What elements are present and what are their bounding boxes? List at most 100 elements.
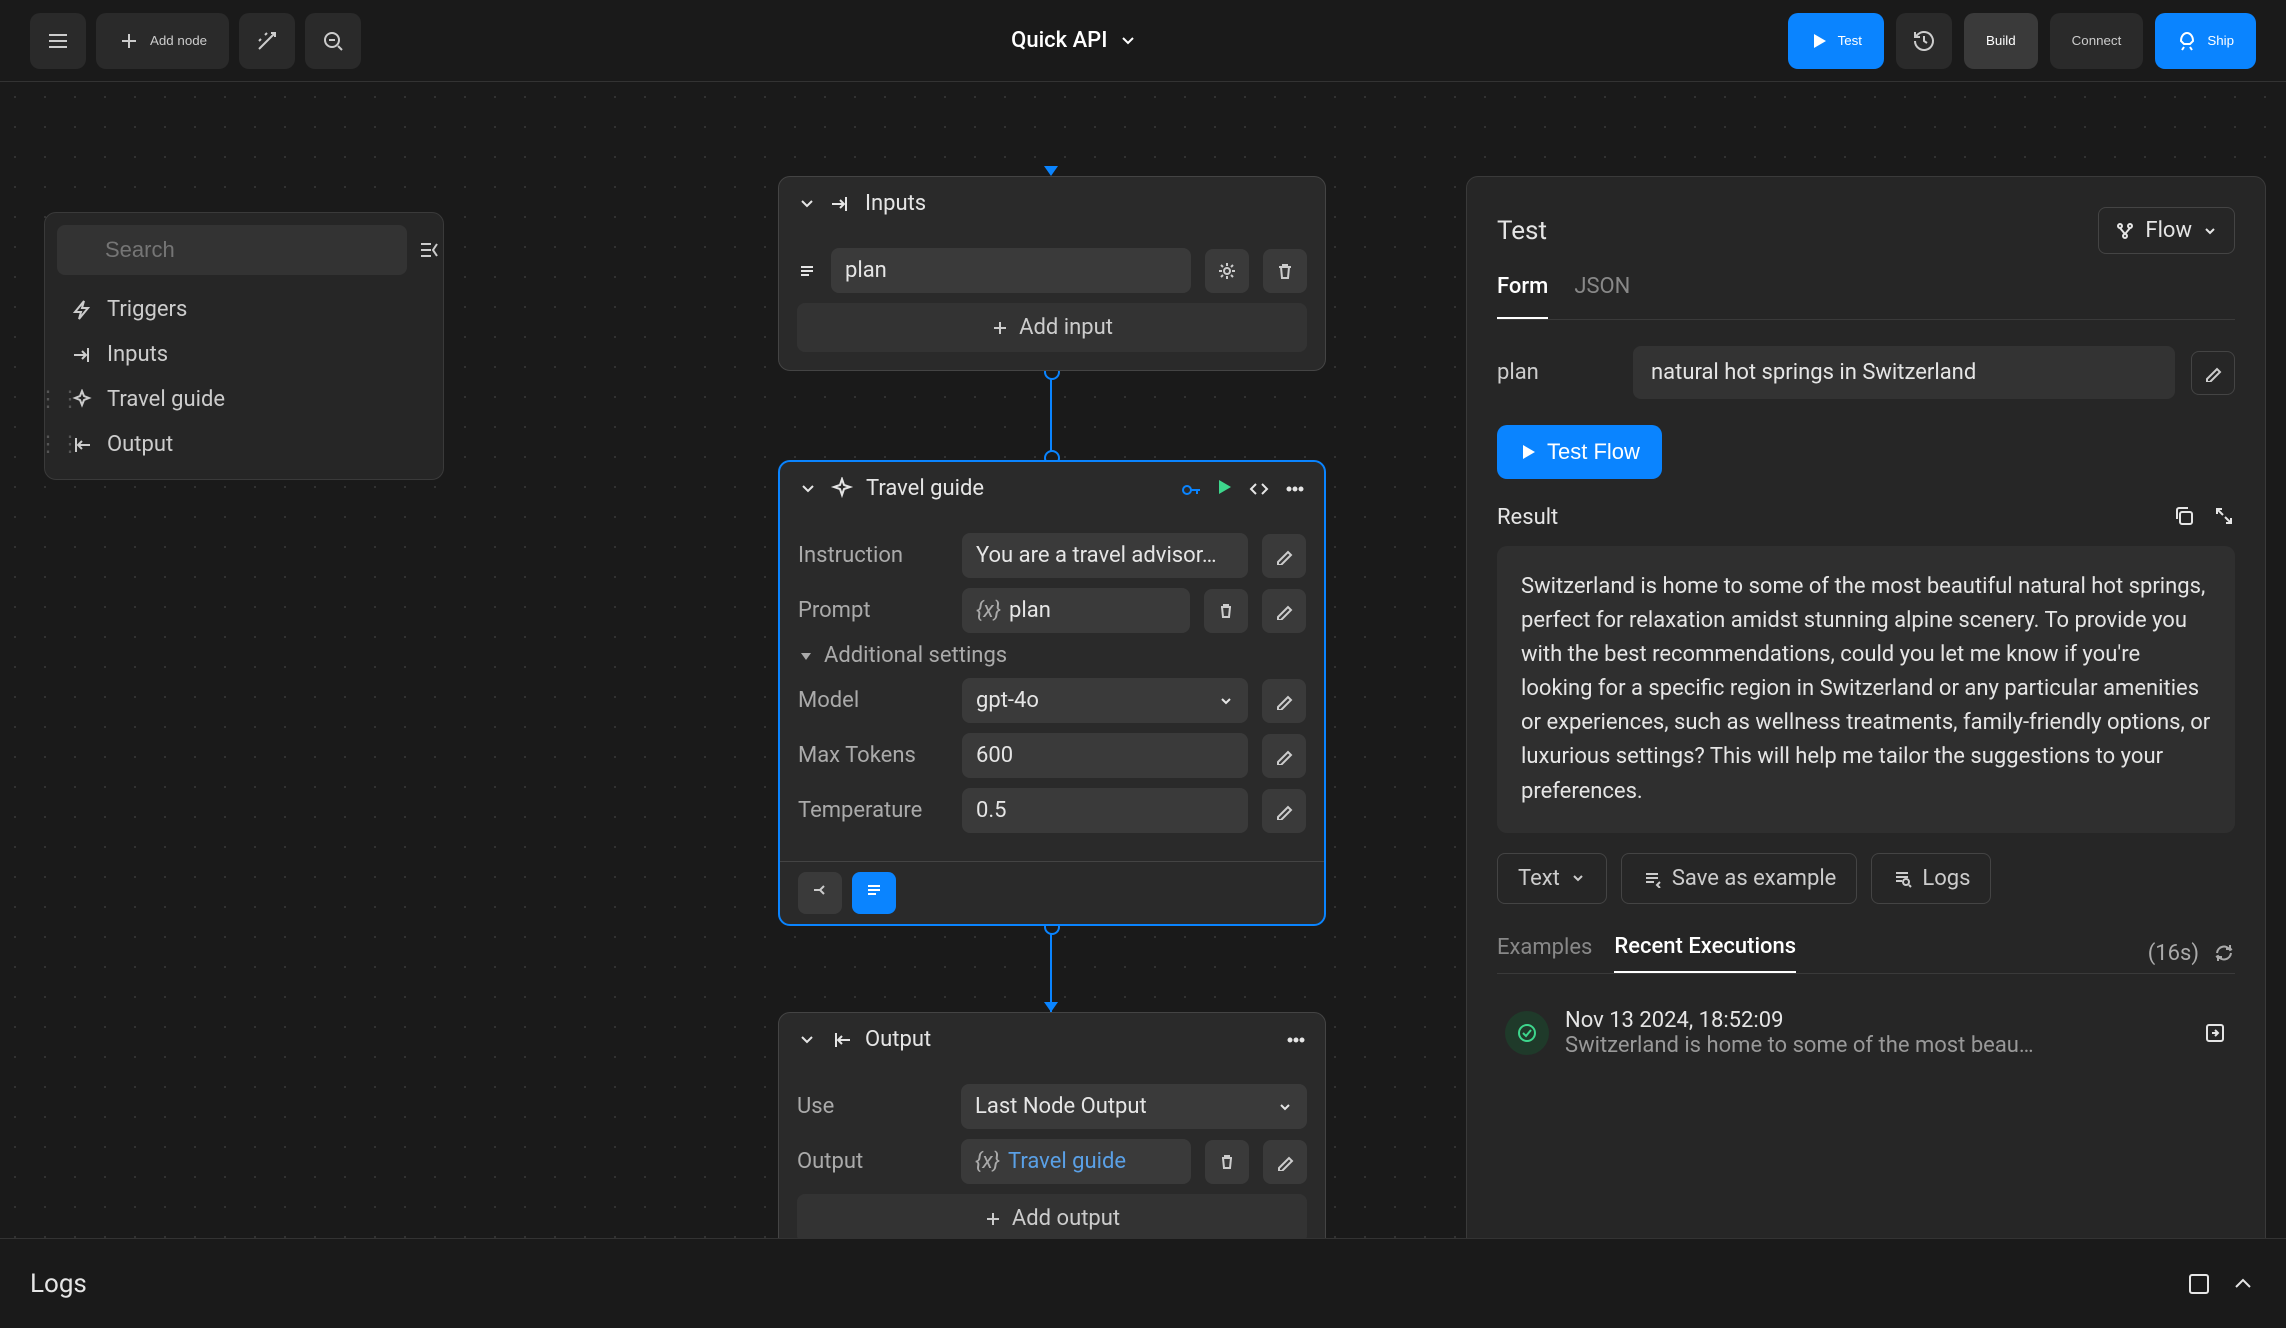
execution-time: Nov 13 2024, 18:52:09 <box>1565 1008 2187 1033</box>
temperature-value[interactable]: 0.5 <box>962 788 1248 833</box>
build-button[interactable]: Build <box>1964 13 2038 69</box>
project-title: Quick API <box>1011 28 1107 53</box>
drag-handle-icon[interactable]: ⋮⋮ <box>37 387 81 412</box>
node-output[interactable]: Output Use Last Node Output Output {x} <box>778 1012 1326 1262</box>
trash-icon <box>1217 602 1235 620</box>
branch-icon <box>810 880 830 900</box>
output-value[interactable]: {x} Travel guide <box>961 1139 1191 1184</box>
model-select[interactable]: gpt-4o <box>962 678 1248 723</box>
zoom-out-button[interactable] <box>305 13 361 69</box>
node-travel-guide[interactable]: Travel guide Instruction You are a trave… <box>778 460 1326 926</box>
open-icon[interactable] <box>2203 1021 2227 1045</box>
text-chip[interactable] <box>852 872 896 914</box>
edit-button[interactable] <box>2191 351 2235 395</box>
tab-json[interactable]: JSON <box>1574 274 1630 319</box>
flow-dropdown[interactable]: Flow <box>2098 207 2235 254</box>
tab-recent-executions[interactable]: Recent Executions <box>1614 934 1796 973</box>
trash-icon <box>1275 261 1295 281</box>
more-icon[interactable] <box>1285 1029 1307 1051</box>
history-button[interactable] <box>1896 13 1952 69</box>
ship-button[interactable]: Ship <box>2155 13 2256 69</box>
edit-button[interactable] <box>1263 1140 1307 1184</box>
refresh-icon[interactable] <box>2213 942 2235 964</box>
text-format-dropdown[interactable]: Text <box>1497 853 1607 904</box>
add-node-button[interactable]: Add node <box>96 13 229 69</box>
key-icon[interactable] <box>1180 478 1202 500</box>
additional-settings-toggle[interactable]: Additional settings <box>798 643 1306 668</box>
test-label: Test <box>1838 33 1862 48</box>
plus-icon <box>991 319 1009 337</box>
pencil-icon <box>1275 747 1293 765</box>
delete-button[interactable] <box>1204 589 1248 633</box>
instruction-value[interactable]: You are a travel advisor… <box>962 533 1248 578</box>
sparkle-icon <box>830 477 854 501</box>
tab-examples[interactable]: Examples <box>1497 935 1592 972</box>
edit-button[interactable] <box>1262 589 1306 633</box>
delete-button[interactable] <box>1263 249 1307 293</box>
chevron-down-icon <box>1119 32 1137 50</box>
logs-bar[interactable]: Logs <box>0 1238 2286 1328</box>
edit-button[interactable] <box>1262 734 1306 778</box>
connect-label: Connect <box>2072 33 2122 48</box>
sidebar-item-inputs[interactable]: Inputs <box>57 332 431 377</box>
settings-button[interactable] <box>1205 249 1249 293</box>
plus-icon <box>118 30 140 52</box>
branch-chip[interactable] <box>798 872 842 914</box>
test-flow-button[interactable]: Test Flow <box>1497 425 1662 479</box>
edit-button[interactable] <box>1262 679 1306 723</box>
execution-row[interactable]: Nov 13 2024, 18:52:09 Switzerland is hom… <box>1497 998 2235 1068</box>
edit-button[interactable] <box>1262 534 1306 578</box>
edit-button[interactable] <box>1262 789 1306 833</box>
delete-button[interactable] <box>1205 1140 1249 1184</box>
chevron-down-icon[interactable] <box>797 194 817 214</box>
add-input-button[interactable]: Add input <box>797 303 1307 352</box>
connect-button[interactable]: Connect <box>2050 13 2144 69</box>
tab-form[interactable]: Form <box>1497 274 1548 319</box>
test-button[interactable]: Test <box>1788 13 1884 69</box>
play-icon[interactable] <box>1216 478 1234 496</box>
chevron-up-icon[interactable] <box>2230 1271 2256 1297</box>
triangle-down-icon <box>798 648 814 664</box>
connector-arrow <box>1044 166 1058 176</box>
chevron-down-icon <box>1570 870 1586 886</box>
sidebar-item-output[interactable]: ⋮⋮ Output <box>57 422 431 467</box>
max-tokens-value[interactable]: 600 <box>962 733 1248 778</box>
sidebar-item-travel-guide[interactable]: ⋮⋮ Travel guide <box>57 377 431 422</box>
prompt-value[interactable]: {x} plan <box>962 588 1190 633</box>
status-success-icon <box>1505 1011 1549 1055</box>
variable-icon: {x} <box>976 598 1001 623</box>
project-title-dropdown[interactable]: Quick API <box>1011 28 1137 53</box>
copy-icon[interactable] <box>2173 505 2195 527</box>
maximize-icon[interactable] <box>2186 1271 2212 1297</box>
add-output-button[interactable]: Add output <box>797 1194 1307 1243</box>
sidebar-item-triggers[interactable]: Triggers <box>57 287 431 332</box>
save-example-button[interactable]: Save as example <box>1621 853 1858 904</box>
node-inputs[interactable]: Inputs plan Add input <box>778 176 1326 371</box>
collapse-button[interactable] <box>417 225 441 275</box>
drag-handle-icon[interactable]: ⋮⋮ <box>37 432 81 457</box>
temperature-label: Temperature <box>798 798 948 823</box>
max-tokens-label: Max Tokens <box>798 743 948 768</box>
more-icon[interactable] <box>1284 478 1306 500</box>
pencil-icon <box>1276 1153 1294 1171</box>
output-label: Output <box>797 1149 947 1174</box>
canvas[interactable]: Inputs plan Add input <box>0 82 2286 1238</box>
chevron-down-icon[interactable] <box>798 479 818 499</box>
use-select[interactable]: Last Node Output <box>961 1084 1307 1129</box>
pencil-icon <box>1275 547 1293 565</box>
node-palette: Triggers Inputs ⋮⋮ Travel guide ⋮⋮ Outpu… <box>44 212 444 480</box>
chevron-down-icon <box>1277 1099 1293 1115</box>
plan-input[interactable]: natural hot springs in Switzerland <box>1633 346 2175 399</box>
menu-button[interactable] <box>30 13 86 69</box>
logs-button[interactable]: Logs <box>1871 853 1991 904</box>
chevron-down-icon[interactable] <box>797 1030 817 1050</box>
result-text: Switzerland is home to some of the most … <box>1497 546 2235 833</box>
search-input[interactable] <box>57 225 407 275</box>
expand-icon[interactable] <box>2213 505 2235 527</box>
input-name-field[interactable]: plan <box>831 248 1191 293</box>
magic-button[interactable] <box>239 13 295 69</box>
pencil-icon <box>1275 602 1293 620</box>
code-icon[interactable] <box>1248 478 1270 500</box>
plan-label: plan <box>1497 360 1617 385</box>
pencil-icon <box>1275 692 1293 710</box>
